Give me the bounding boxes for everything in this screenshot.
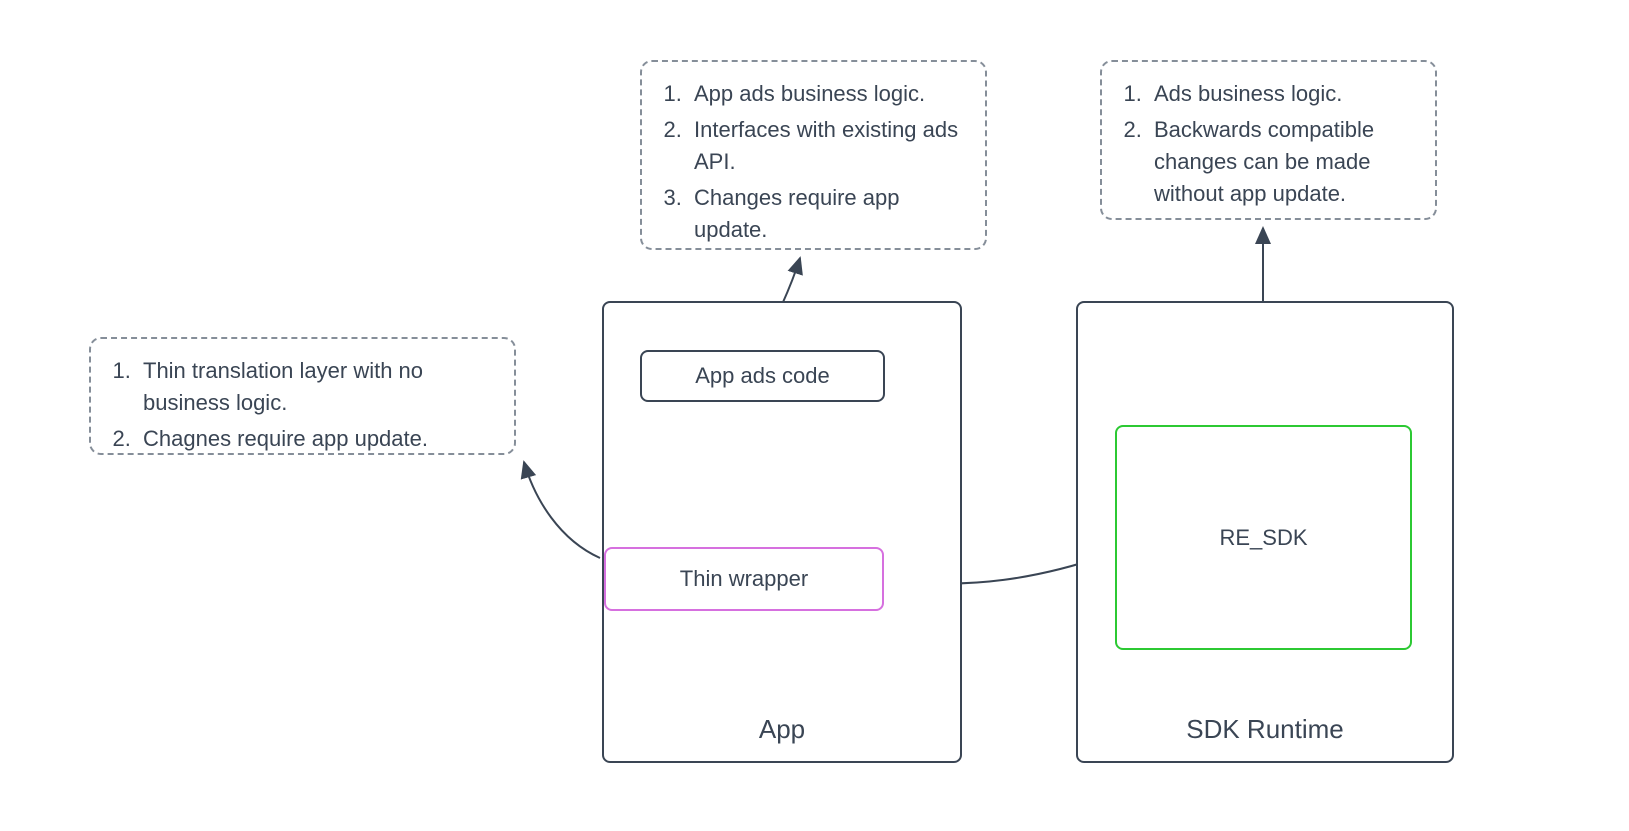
note-re-sdk-1: Ads business logic. — [1148, 78, 1415, 110]
container-app-label: App — [604, 714, 960, 745]
box-re-sdk-label: RE_SDK — [1219, 525, 1307, 551]
note-re-sdk: Ads business logic. Backwards compatible… — [1100, 60, 1437, 220]
note-thin-wrapper: Thin translation layer with no business … — [89, 337, 516, 455]
note-re-sdk-2: Backwards compatible changes can be made… — [1148, 114, 1415, 210]
note-app-ads-code-3: Changes require app update. — [688, 182, 965, 246]
box-thin-wrapper: Thin wrapper — [604, 547, 884, 611]
box-thin-wrapper-label: Thin wrapper — [680, 566, 808, 592]
box-re-sdk: RE_SDK — [1115, 425, 1412, 650]
container-sdk-label: SDK Runtime — [1078, 714, 1452, 745]
box-app-ads-code: App ads code — [640, 350, 885, 402]
note-app-ads-code-1: App ads business logic. — [688, 78, 965, 110]
note-app-ads-code-2: Interfaces with existing ads API. — [688, 114, 965, 178]
note-thin-wrapper-1: Thin translation layer with no business … — [137, 355, 494, 419]
box-app-ads-code-label: App ads code — [695, 363, 830, 389]
note-app-ads-code: App ads business logic. Interfaces with … — [640, 60, 987, 250]
diagram-canvas: Thin translation layer with no business … — [0, 0, 1629, 831]
note-thin-wrapper-2: Chagnes require app update. — [137, 423, 494, 455]
